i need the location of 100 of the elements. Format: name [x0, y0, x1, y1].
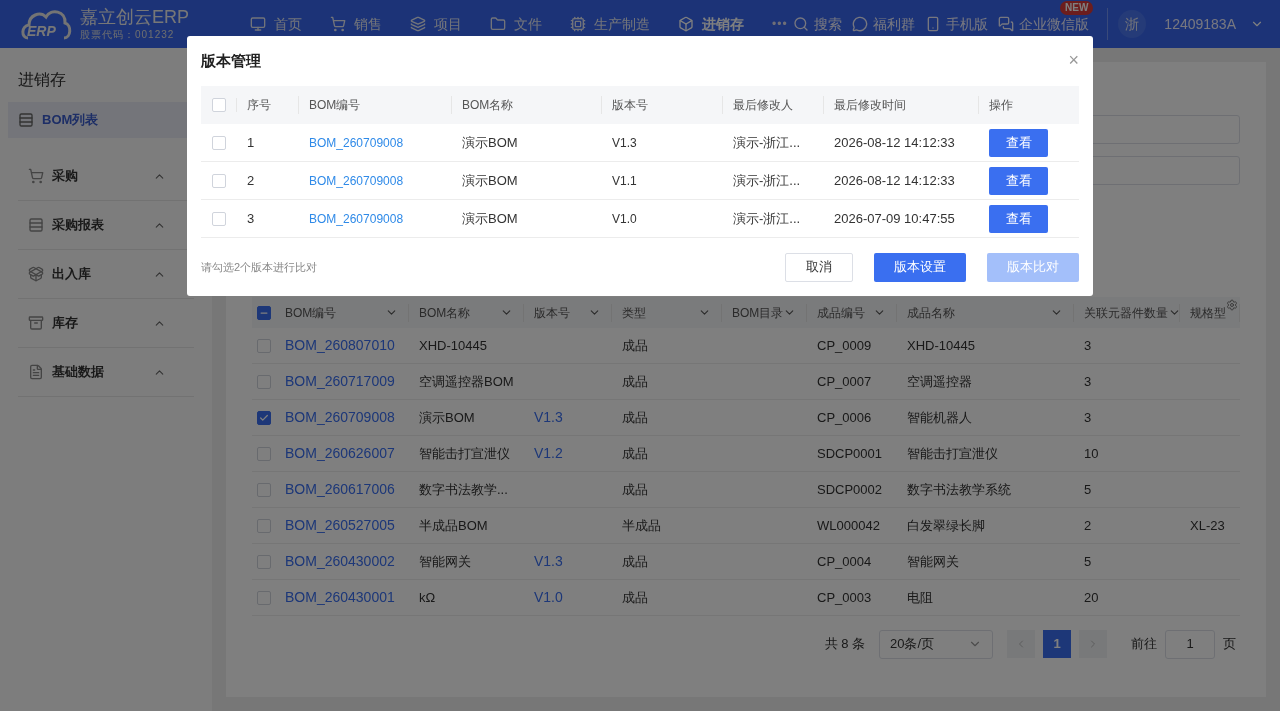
table-link[interactable]: BOM_260626007: [285, 445, 395, 461]
settings-icon[interactable]: [1226, 299, 1238, 311]
column-header: BOM编号: [309, 98, 361, 112]
table-cell: 演示BOM: [462, 172, 518, 188]
nav-tab[interactable]: 首页: [250, 13, 302, 35]
nav-tab[interactable]: 销售: [330, 13, 382, 35]
table-cell: 智能击打宣泄仪: [907, 445, 998, 461]
checkbox[interactable]: [256, 305, 271, 320]
table-cell: 成品: [622, 553, 648, 569]
view-button[interactable]: 查看: [989, 128, 1048, 157]
user-avatar[interactable]: 浙: [1118, 10, 1147, 38]
column-header[interactable]: BOM名称: [419, 303, 471, 322]
menu-label: 出入库: [52, 265, 91, 284]
view-button[interactable]: 查看: [989, 204, 1048, 233]
close-button[interactable]: ×: [1068, 51, 1079, 69]
menu-icon: [28, 364, 44, 380]
table-link[interactable]: BOM_260807010: [285, 337, 395, 353]
nav-icon: [490, 16, 506, 32]
table-cell: 成品: [622, 481, 648, 497]
table-cell: 演示-浙江...: [733, 134, 801, 150]
table-cell: 半成品: [622, 517, 661, 533]
table-cell: 半成品BOM: [419, 517, 488, 533]
nav-tab[interactable]: 生产制造: [570, 13, 650, 35]
logo-mark: ERP: [27, 24, 56, 38]
table-link[interactable]: V1.2: [534, 445, 563, 461]
goto-suffix: 页: [1223, 635, 1236, 654]
page-size-select[interactable]: 20条/页: [879, 629, 993, 659]
nav-icon: [410, 16, 426, 32]
column-header[interactable]: BOM编号: [285, 303, 337, 322]
bom-link[interactable]: BOM_260709008: [309, 135, 404, 150]
menu-icon: [18, 112, 34, 128]
table-cell: 演示-浙江...: [733, 172, 801, 188]
column-header[interactable]: 版本号: [534, 303, 570, 322]
sidebar-item[interactable]: 库存: [18, 299, 194, 348]
table-cell: 2026-08-12 14:12:33: [834, 172, 955, 188]
column-header[interactable]: 成品编号: [817, 303, 865, 322]
sidebar-item[interactable]: 基础数据: [18, 348, 194, 397]
tool-icon: [998, 16, 1015, 32]
page-button[interactable]: 1: [1043, 630, 1071, 658]
checkbox[interactable]: [256, 410, 271, 425]
table-cell: 成品: [622, 373, 648, 389]
table-cell: 智能网关: [907, 553, 959, 569]
table-cell: CP_0004: [817, 553, 872, 569]
table-cell: 3: [1084, 337, 1092, 353]
nav-tab[interactable]: 项目: [410, 13, 462, 35]
table-cell: V1.3: [612, 135, 637, 150]
goto-field[interactable]: 1: [1165, 629, 1215, 659]
next-page-button[interactable]: [1079, 630, 1107, 658]
table-cell: 1: [247, 134, 255, 150]
dialog-button[interactable]: 取消: [785, 252, 853, 282]
nav-tab[interactable]: 文件: [490, 13, 542, 35]
table-link[interactable]: V1.0: [534, 589, 563, 605]
bom-link[interactable]: BOM_260709008: [309, 211, 404, 226]
table-cell: 空调遥控器BOM: [419, 373, 514, 389]
column-header: 序号: [247, 98, 271, 112]
table-link[interactable]: BOM_260617006: [285, 481, 395, 497]
table-cell: kΩ: [419, 589, 436, 605]
table-link[interactable]: BOM_260430001: [285, 589, 395, 605]
table-cell: XHD-10445: [419, 337, 487, 353]
table-cell: 2026-08-12 14:12:33: [834, 134, 955, 150]
table-cell: 3: [1084, 409, 1092, 425]
column-header[interactable]: BOM目录: [732, 303, 784, 322]
tool-link[interactable]: 福利群: [852, 13, 916, 35]
table-cell: CP_0009: [817, 337, 872, 353]
table-cell: SDCP0001: [817, 445, 883, 461]
bom-link[interactable]: BOM_260709008: [309, 173, 404, 188]
table-link[interactable]: BOM_260527005: [285, 517, 395, 533]
column-header[interactable]: 成品名称: [907, 303, 955, 322]
table-cell: 智能击打宣泄仪: [419, 445, 510, 461]
column-header: 最后修改时间: [834, 98, 906, 112]
table-cell: V1.0: [612, 211, 637, 226]
menu-label: BOM列表: [42, 111, 99, 130]
table-link[interactable]: V1.3: [534, 553, 563, 569]
tool-link[interactable]: 企业微信版: [998, 13, 1090, 35]
view-button[interactable]: 查看: [989, 166, 1048, 195]
table-link[interactable]: BOM_260717009: [285, 373, 395, 389]
table-link[interactable]: BOM_260430002: [285, 553, 395, 569]
table-link[interactable]: V1.3: [534, 409, 563, 425]
table-cell: 成品: [622, 409, 648, 425]
goto-label: 前往: [1131, 635, 1157, 654]
nav-tab[interactable]: 进销存: [678, 13, 744, 35]
more-menu[interactable]: •••: [772, 15, 788, 33]
column-header[interactable]: 类型: [622, 303, 646, 322]
menu-icon: [28, 315, 44, 331]
tool-link[interactable]: 搜索: [793, 13, 843, 35]
tool-link[interactable]: 手机版: [925, 13, 989, 35]
nav-icon: [570, 16, 586, 32]
column-header[interactable]: 关联元器件数量: [1084, 303, 1168, 322]
column-header[interactable]: 规格型: [1190, 303, 1226, 322]
table-cell: 演示BOM: [462, 134, 518, 150]
dialog-button[interactable]: 版本设置: [874, 252, 966, 282]
account-name[interactable]: 12409183A: [1164, 13, 1236, 35]
menu-icon: [28, 168, 44, 184]
table-cell: 2026-07-09 10:47:55: [834, 210, 955, 226]
stock-code: 股票代码：001232: [80, 30, 176, 40]
menu-label: 采购报表: [52, 216, 104, 235]
table-cell: 2: [1084, 517, 1092, 533]
table-cell: 数字书法教学系统: [907, 481, 1011, 497]
table-link[interactable]: BOM_260709008: [285, 409, 395, 425]
menu-label: 库存: [52, 314, 78, 333]
